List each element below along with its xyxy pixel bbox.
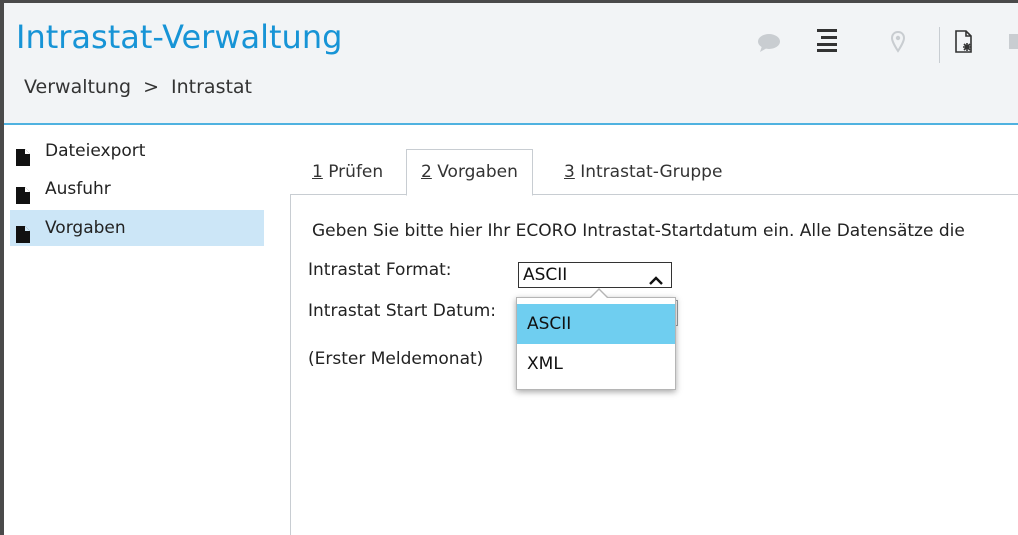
intro-text: Geben Sie bitte hier Ihr ECORO Intrastat… <box>312 221 965 241</box>
sidebar: Dateiexport Ausfuhr Vorgaben <box>4 125 274 535</box>
sidebar-item-vorgaben[interactable]: Vorgaben <box>10 210 264 246</box>
sidebar-item-label: Vorgaben <box>45 218 126 238</box>
format-dropdown-list: ASCII XML <box>516 288 676 390</box>
format-option-ascii[interactable]: ASCII <box>517 304 675 344</box>
toolbar-separator <box>939 27 940 63</box>
format-option-xml[interactable]: XML <box>517 344 675 384</box>
tab-pruefen[interactable]: 1 Prüfen <box>312 162 383 182</box>
format-label: Intrastat Format: <box>308 260 452 280</box>
breadcrumb-separator: > <box>143 76 160 98</box>
new-document-icon[interactable] <box>953 30 975 58</box>
panel-border <box>290 195 291 535</box>
breadcrumb-item-verwaltung[interactable]: Verwaltung <box>24 76 131 98</box>
breadcrumb-item-intrastat: Intrastat <box>171 76 253 98</box>
document-icon <box>15 220 31 256</box>
chevron-up-icon <box>649 271 663 290</box>
chat-bubble-icon[interactable] <box>757 33 781 57</box>
format-select[interactable]: ASCII <box>518 262 672 288</box>
tab-bar-divider <box>290 194 1018 195</box>
image-icon[interactable] <box>1008 32 1018 56</box>
tab-bar: 1 Prüfen 2 Vorgaben 3 Intrastat-Gruppe <box>290 145 1018 196</box>
format-select-value: ASCII <box>523 265 568 285</box>
tab-intrastat-gruppe[interactable]: 3 Intrastat-Gruppe <box>564 162 722 182</box>
location-pin-icon[interactable] <box>890 30 906 57</box>
tab-vorgaben[interactable]: 2 Vorgaben <box>406 149 533 196</box>
breadcrumb: Verwaltung > Intrastat <box>24 76 252 98</box>
first-month-label: (Erster Meldemonat) <box>308 349 484 369</box>
sidebar-item-label: Ausfuhr <box>45 179 111 199</box>
list-menu-icon[interactable] <box>815 27 839 57</box>
page-title: Intrastat-Verwaltung <box>16 18 343 56</box>
page-header: Intrastat-Verwaltung Verwaltung > Intrasta… <box>4 3 1018 125</box>
sidebar-item-label: Dateiexport <box>45 141 146 161</box>
main-content: 1 Prüfen 2 Vorgaben 3 Intrastat-Gruppe G… <box>290 145 1018 535</box>
sidebar-item-dateiexport[interactable]: Dateiexport <box>10 133 264 169</box>
start-date-label: Intrastat Start Datum: <box>308 301 497 321</box>
sidebar-item-ausfuhr[interactable]: Ausfuhr <box>10 171 264 207</box>
